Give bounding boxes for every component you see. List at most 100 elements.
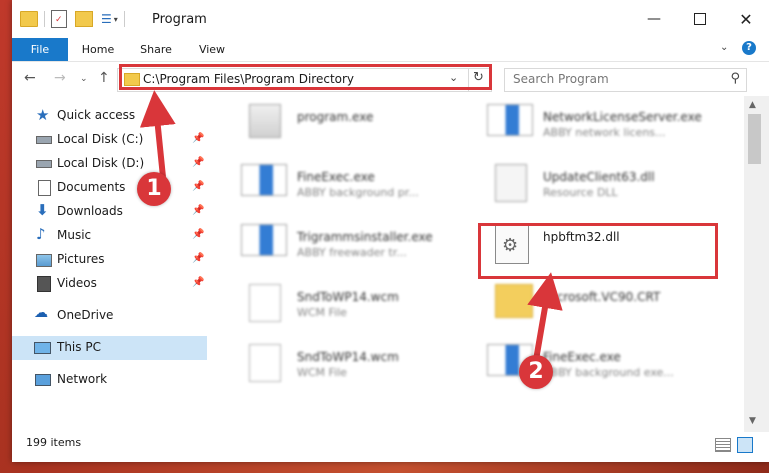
dll-file-icon xyxy=(495,164,527,202)
new-folder-icon[interactable] xyxy=(75,11,93,27)
address-highlight-box xyxy=(119,64,492,90)
pin-icon[interactable]: 📌 xyxy=(192,205,204,216)
exe-file-icon xyxy=(249,104,281,138)
search-input[interactable]: Search Program xyxy=(513,72,609,86)
pin-icon[interactable]: 📌 xyxy=(192,133,204,144)
drive-icon xyxy=(36,160,52,168)
maximize-icon xyxy=(694,13,706,25)
help-icon[interactable]: ? xyxy=(742,41,756,55)
divider xyxy=(123,11,125,27)
scroll-thumb[interactable] xyxy=(748,114,761,164)
tab-share[interactable]: Share xyxy=(132,38,180,61)
wcm-file-icon xyxy=(249,284,281,322)
chevron-down-icon[interactable]: ▾ xyxy=(114,15,118,24)
sidebar-item-label: Network xyxy=(57,372,108,386)
details-view-icon[interactable] xyxy=(715,438,731,452)
file-description: WCM File xyxy=(297,366,347,379)
vertical-scrollbar[interactable]: ▲ ▼ xyxy=(744,96,769,432)
file-name: SndToWP14.wcm xyxy=(297,290,399,304)
divider xyxy=(44,11,45,27)
sidebar-item-network[interactable]: Network xyxy=(12,368,207,392)
file-highlight-box xyxy=(478,223,718,279)
file-name: program.exe xyxy=(297,110,374,124)
up-arrow-icon[interactable]: ↑ xyxy=(98,70,110,86)
list-item[interactable]: program.exe xyxy=(219,96,469,152)
sidebar-item-label: Music xyxy=(57,228,92,242)
sidebar-item-this-pc[interactable]: This PC xyxy=(12,336,207,360)
expand-ribbon-icon[interactable]: ⌄ xyxy=(720,42,728,53)
sidebar-item-label: Videos xyxy=(57,276,97,290)
sidebar-item-label: Local Disk (D:) xyxy=(57,156,145,170)
list-item[interactable]: Trigrammsinstaller.exe ABBY freewader tr… xyxy=(219,216,469,272)
pin-icon[interactable]: 📌 xyxy=(192,253,204,264)
sidebar-item-label: Downloads xyxy=(57,204,123,218)
status-bar: 199 items xyxy=(12,432,769,462)
search-box[interactable]: Search Program ⚲ xyxy=(504,68,747,92)
item-count: 199 items xyxy=(26,436,82,449)
sidebar-item-onedrive[interactable]: ☁ OneDrive xyxy=(12,304,207,328)
pin-icon[interactable]: 📌 xyxy=(192,229,204,240)
tab-view[interactable]: View xyxy=(190,38,234,61)
sidebar-item-local-disk-d[interactable]: Local Disk (D:) 📌 xyxy=(12,152,207,176)
sidebar-item-documents[interactable]: Documents 📌 xyxy=(12,176,207,200)
callout-step-2: 2 xyxy=(519,355,553,389)
music-icon: ♪ xyxy=(36,225,46,243)
navigation-pane: ★ Quick access Local Disk (C:) 📌 Local D… xyxy=(12,96,207,432)
sidebar-item-label: Quick access xyxy=(57,108,136,122)
list-item[interactable]: SndToWP14.wcm WCM File xyxy=(219,336,469,392)
sidebar-item-local-disk-c[interactable]: Local Disk (C:) 📌 xyxy=(12,128,207,152)
properties-icon[interactable]: ✓ xyxy=(51,10,67,28)
explorer-window: ✓ ☰ ▾ Program — ✕ File Home Share View ⌄… xyxy=(12,0,769,462)
sidebar-item-label: Local Disk (C:) xyxy=(57,132,144,146)
star-icon: ★ xyxy=(36,106,50,124)
sidebar-item-label: This PC xyxy=(57,340,101,354)
tab-home[interactable]: Home xyxy=(74,38,122,61)
picture-icon xyxy=(36,254,52,267)
minimize-button[interactable]: — xyxy=(631,0,677,38)
sidebar-item-videos[interactable]: Videos 📌 xyxy=(12,272,207,296)
sidebar-item-label: Pictures xyxy=(57,252,105,266)
forward-arrow-icon[interactable]: → xyxy=(54,70,66,86)
folder-icon[interactable] xyxy=(20,11,38,27)
ribbon-tabs: File Home Share View ⌄ ? xyxy=(12,38,769,62)
list-item[interactable]: UpdateClient63.dll Resource DLL xyxy=(465,156,715,212)
sidebar-item-downloads[interactable]: ⬇ Downloads 📌 xyxy=(12,200,207,224)
download-icon: ⬇ xyxy=(36,201,49,219)
maximize-button[interactable] xyxy=(677,0,723,38)
sidebar-item-pictures[interactable]: Pictures 📌 xyxy=(12,248,207,272)
back-arrow-icon[interactable]: ← xyxy=(24,70,36,86)
pin-icon[interactable]: 📌 xyxy=(192,157,204,168)
close-button[interactable]: ✕ xyxy=(723,0,769,38)
file-name: FineExec.exe xyxy=(543,350,621,364)
file-description: ABBY background exe... xyxy=(543,366,674,379)
file-name: Trigrammsinstaller.exe xyxy=(297,230,433,244)
list-item[interactable]: FineExec.exe ABBY background pr... xyxy=(219,156,469,212)
exe-file-icon xyxy=(241,224,287,256)
video-icon xyxy=(37,276,51,292)
minimize-icon: — xyxy=(647,11,661,27)
file-description: ABBY background pr... xyxy=(297,186,419,199)
sidebar-item-label: Documents xyxy=(57,180,126,194)
large-icons-view-icon[interactable] xyxy=(737,437,753,453)
file-name: UpdateClient63.dll xyxy=(543,170,655,184)
file-description: Resource DLL xyxy=(543,186,618,199)
scroll-down-icon[interactable]: ▼ xyxy=(749,416,756,426)
sidebar-item-quick-access[interactable]: ★ Quick access xyxy=(12,104,207,128)
search-icon[interactable]: ⚲ xyxy=(730,71,740,86)
sidebar-item-music[interactable]: ♪ Music 📌 xyxy=(12,224,207,248)
list-item[interactable]: Microsoft.VC90.CRT xyxy=(465,276,715,332)
list-item[interactable]: SndToWP14.wcm WCM File xyxy=(219,276,469,332)
window-title: Program xyxy=(152,12,207,27)
quick-access-toolbar: ✓ ☰ ▾ xyxy=(20,10,131,28)
file-name: Microsoft.VC90.CRT xyxy=(543,290,661,304)
document-icon xyxy=(38,180,51,196)
pin-icon[interactable]: 📌 xyxy=(192,181,204,192)
list-item[interactable]: FineExec.exe ABBY background exe... xyxy=(465,336,715,392)
network-icon xyxy=(35,374,51,386)
customize-icon[interactable]: ☰ xyxy=(101,12,112,26)
pin-icon[interactable]: 📌 xyxy=(192,277,204,288)
scroll-up-icon[interactable]: ▲ xyxy=(749,100,756,110)
tab-file[interactable]: File xyxy=(12,38,68,61)
list-item[interactable]: NetworkLicenseServer.exe ABBY network li… xyxy=(465,96,715,152)
recent-locations-chevron-icon[interactable]: ⌄ xyxy=(80,74,88,84)
